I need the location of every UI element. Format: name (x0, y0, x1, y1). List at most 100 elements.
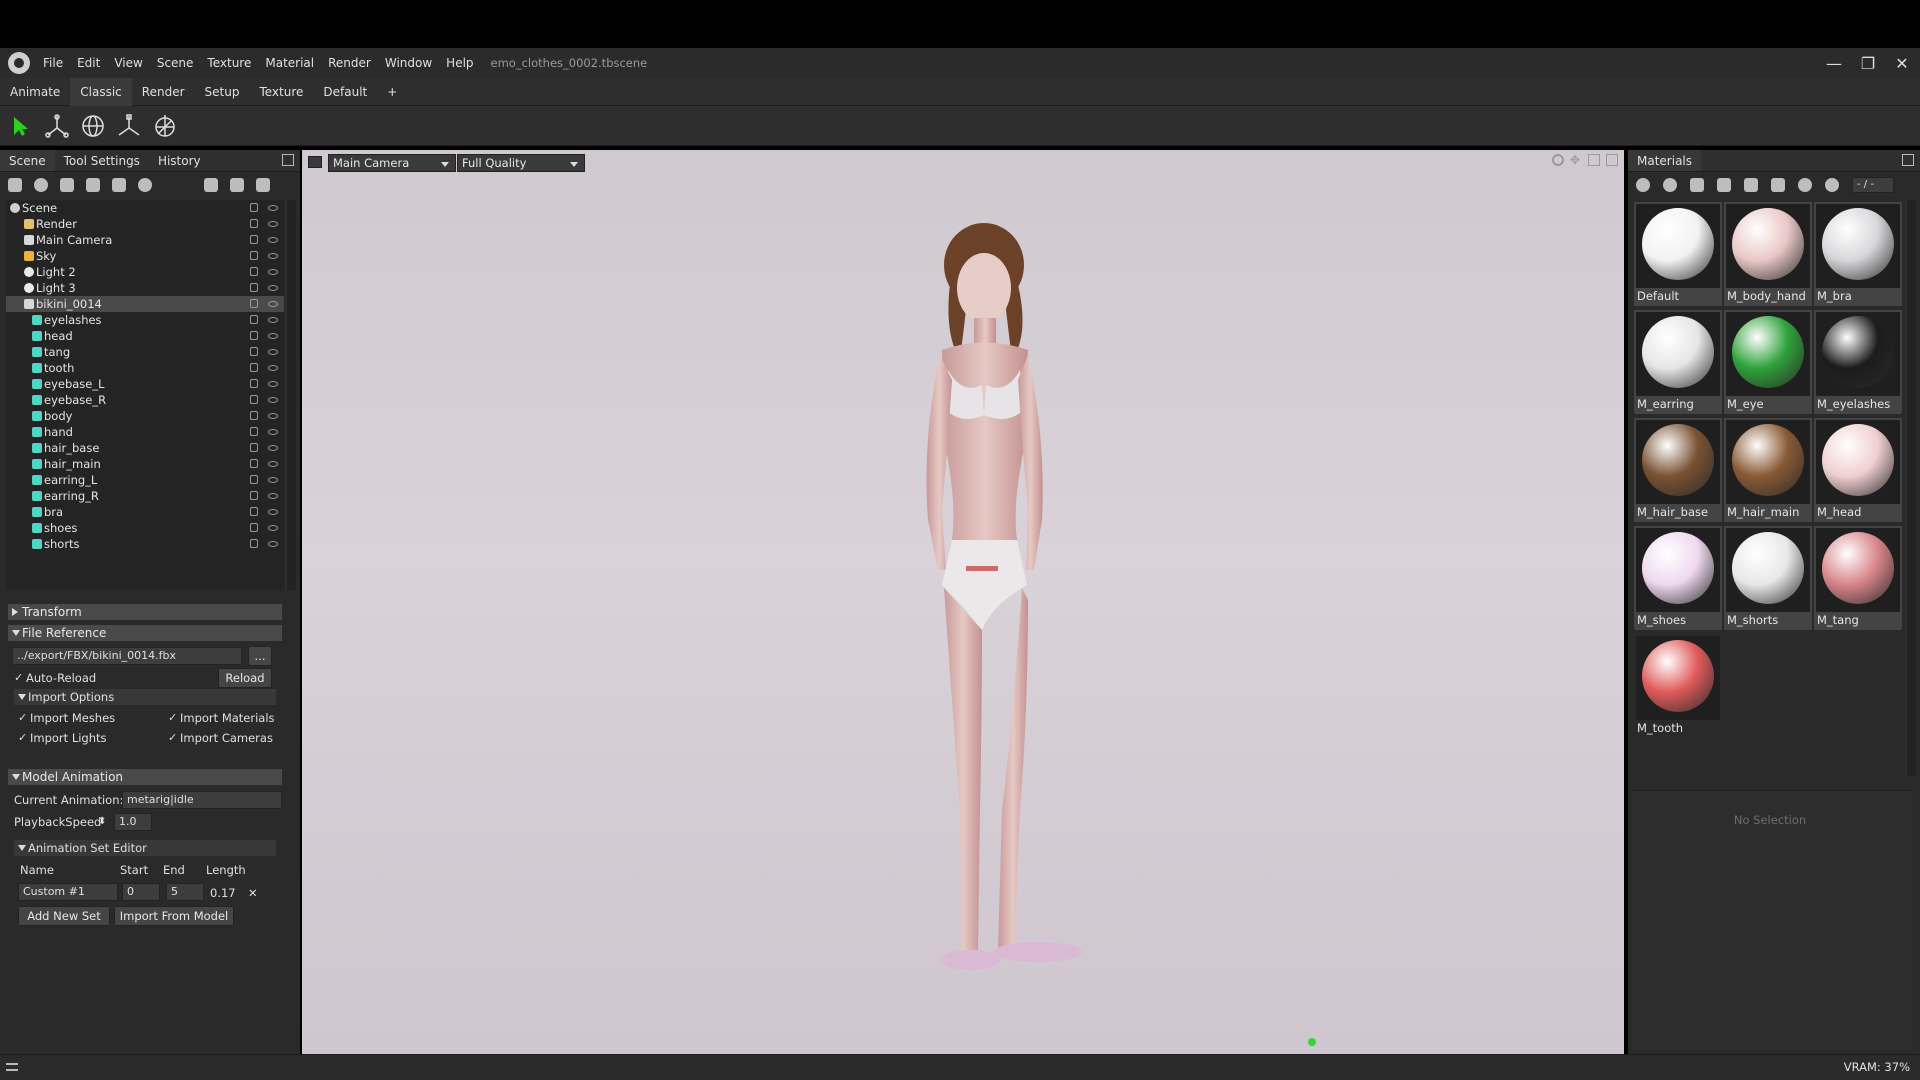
object-icon[interactable] (112, 178, 126, 192)
set-end-field[interactable]: 5 (166, 883, 204, 901)
light-icon[interactable] (34, 178, 48, 192)
material-thumbnail[interactable]: M_tang (1814, 526, 1902, 630)
camera-icon[interactable] (60, 178, 74, 192)
tab-scene[interactable]: Scene (0, 150, 55, 171)
menu-help[interactable]: Help (446, 56, 473, 70)
lock-icon[interactable] (250, 475, 258, 484)
camera-select[interactable]: Main Camera (328, 154, 456, 172)
lock-icon[interactable] (250, 331, 258, 340)
tree-item-mesh[interactable]: hand (6, 424, 284, 440)
delete-icon[interactable] (1744, 178, 1758, 192)
import-cameras-checkbox[interactable]: Import Cameras (168, 730, 273, 746)
visibility-eye-icon[interactable] (268, 333, 278, 339)
tree-scrollbar[interactable] (286, 200, 296, 590)
quality-select[interactable]: Full Quality (457, 154, 585, 172)
visibility-eye-icon[interactable] (268, 381, 278, 387)
3d-viewport[interactable]: Main Camera Full Quality ✥ (302, 150, 1624, 1054)
auto-reload-checkbox[interactable]: Auto-Reload (14, 670, 96, 686)
tree-item-mesh[interactable]: eyelashes (6, 312, 284, 328)
folder-icon[interactable] (204, 178, 218, 192)
tree-item-camera[interactable]: Main Camera (6, 232, 284, 248)
tree-item-sky[interactable]: Sky (6, 248, 284, 264)
maximize-view-icon[interactable] (1588, 154, 1600, 166)
import-materials-checkbox[interactable]: Import Materials (168, 710, 275, 726)
import-options-header[interactable]: Import Options (14, 689, 276, 705)
lock-icon[interactable] (250, 235, 258, 244)
material-thumbnail[interactable]: M_body_hand (1724, 202, 1812, 306)
lock-icon[interactable] (250, 379, 258, 388)
undock-icon[interactable] (1902, 154, 1914, 166)
menu-scene[interactable]: Scene (157, 56, 194, 70)
visibility-eye-icon[interactable] (268, 237, 278, 243)
add-workspace-button[interactable]: + (377, 78, 407, 106)
reload-button[interactable]: Reload (218, 668, 272, 688)
material-thumbnail[interactable]: M_shorts (1724, 526, 1812, 630)
tree-item-mesh[interactable]: eyebase_R (6, 392, 284, 408)
settings-icon[interactable] (1552, 154, 1564, 166)
transform-section-header[interactable]: Transform (8, 604, 282, 620)
layers-icon[interactable] (86, 178, 100, 192)
visibility-eye-icon[interactable] (268, 429, 278, 435)
popout-view-icon[interactable] (1606, 154, 1618, 166)
visibility-eye-icon[interactable] (268, 541, 278, 547)
tree-item-mesh[interactable]: hair_main (6, 456, 284, 472)
lock-icon[interactable] (250, 539, 258, 548)
add-material-icon[interactable] (1636, 178, 1650, 192)
material-thumbnail[interactable]: Default (1634, 202, 1722, 306)
tree-item-mesh[interactable]: eyebase_L (6, 376, 284, 392)
workspace-tab-classic[interactable]: Classic (70, 77, 132, 106)
select-arrow-icon[interactable] (8, 113, 34, 139)
tree-item-mesh[interactable]: hair_base (6, 440, 284, 456)
visibility-eye-icon[interactable] (268, 301, 278, 307)
paint-icon[interactable] (1771, 178, 1785, 192)
lock-icon[interactable] (250, 251, 258, 260)
folder-icon[interactable] (1717, 178, 1731, 192)
tree-item-light[interactable]: Light 2 (6, 264, 284, 280)
materials-scrollbar[interactable] (1906, 200, 1916, 776)
menu-edit[interactable]: Edit (77, 56, 100, 70)
lock-icon[interactable] (250, 411, 258, 420)
globe-icon[interactable] (138, 178, 152, 192)
menu-material[interactable]: Material (265, 56, 314, 70)
material-thumbnail[interactable]: M_head (1814, 418, 1902, 522)
file-path-field[interactable]: ../export/FBX/bikini_0014.fbx (12, 647, 242, 665)
visibility-eye-icon[interactable] (268, 205, 278, 211)
material-thumbnail[interactable]: M_shoes (1634, 526, 1722, 630)
tab-tool-settings[interactable]: Tool Settings (55, 150, 149, 171)
mesh-icon[interactable] (8, 178, 22, 192)
delete-icon[interactable] (256, 178, 270, 192)
material-thumbnail[interactable]: M_tooth (1634, 634, 1722, 738)
menu-window[interactable]: Window (385, 56, 432, 70)
menu-file[interactable]: File (43, 56, 63, 70)
import-from-model-button[interactable]: Import From Model (114, 906, 234, 926)
minimize-button[interactable]: — (1824, 54, 1844, 73)
workspace-tab-setup[interactable]: Setup (195, 78, 250, 106)
tree-item-mesh[interactable]: head (6, 328, 284, 344)
visibility-eye-icon[interactable] (268, 461, 278, 467)
lock-icon[interactable] (250, 283, 258, 292)
visibility-eye-icon[interactable] (268, 285, 278, 291)
lock-icon[interactable] (250, 395, 258, 404)
current-animation-field[interactable]: metarig|idle (122, 791, 282, 809)
lock-icon[interactable] (250, 347, 258, 356)
scale-gizmo-icon[interactable] (116, 113, 142, 139)
material-thumbnail[interactable]: M_eye (1724, 310, 1812, 414)
lock-icon[interactable] (250, 491, 258, 500)
menu-view[interactable]: View (114, 56, 142, 70)
apply-icon[interactable] (1798, 178, 1812, 192)
visibility-eye-icon[interactable] (268, 477, 278, 483)
lock-icon[interactable] (250, 523, 258, 532)
material-thumbnail[interactable]: M_hair_base (1634, 418, 1722, 522)
move-gizmo-icon[interactable] (44, 113, 70, 139)
lock-icon[interactable] (250, 315, 258, 324)
tree-item-mesh[interactable]: earring_R (6, 488, 284, 504)
tree-item-light[interactable]: Light 3 (6, 280, 284, 296)
tree-item-model[interactable]: bikini_0014 (6, 296, 284, 312)
tab-history[interactable]: History (149, 150, 210, 171)
visibility-eye-icon[interactable] (268, 349, 278, 355)
restore-button[interactable]: ❐ (1858, 54, 1878, 73)
tree-item-mesh[interactable]: shoes (6, 520, 284, 536)
log-icon[interactable] (6, 1063, 18, 1071)
tree-item-mesh[interactable]: earring_L (6, 472, 284, 488)
undock-icon[interactable] (282, 154, 294, 166)
